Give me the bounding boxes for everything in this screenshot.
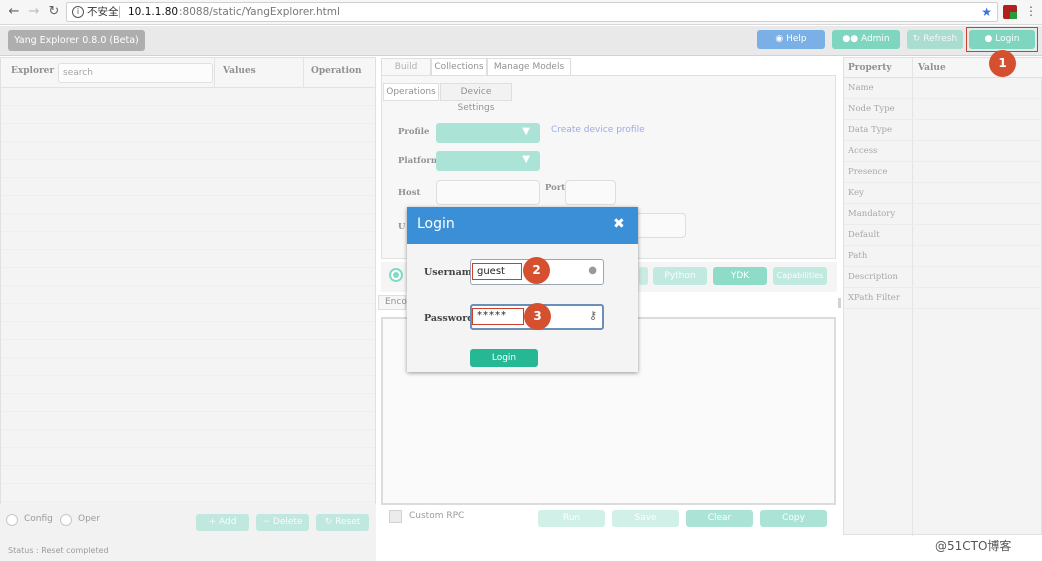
login-label: Login: [995, 34, 1020, 44]
forward-icon[interactable]: →: [26, 4, 42, 20]
app-title: Yang Explorer 0.8.0 (Beta): [8, 30, 145, 51]
login-dialog-header: Login ✖: [407, 207, 638, 244]
insecure-label: 不安全: [87, 6, 119, 18]
refresh-icon: ↻: [912, 34, 921, 44]
admin-label: Admin: [860, 34, 890, 44]
browser-toolbar: ← → ↻ i 不安全 10.1.1.80 :8088/static/YangE…: [0, 0, 1042, 25]
address-bar[interactable]: i 不安全 10.1.1.80 :8088/static/YangExplore…: [66, 2, 998, 22]
url-host: 10.1.1.80: [128, 6, 179, 18]
login-button[interactable]: ● Login: [969, 30, 1035, 49]
login-dialog-title: Login: [417, 216, 455, 232]
step-3-badge: 3: [524, 303, 551, 330]
watermark: @51CTO博客: [935, 539, 1012, 553]
refresh-button[interactable]: ↻ Refresh: [907, 30, 963, 49]
step-2-badge: 2: [523, 257, 550, 284]
back-icon[interactable]: ←: [6, 4, 22, 20]
admin-button[interactable]: ●● Admin: [832, 30, 900, 49]
password-highlight-box: [472, 308, 524, 325]
user-icon: ●: [984, 34, 993, 44]
help-label: Help: [786, 34, 807, 44]
info-icon[interactable]: i: [72, 6, 84, 18]
users-icon: ●●: [842, 34, 859, 44]
login-dialog: Login ✖ Username: guest ● Password: ****…: [407, 207, 638, 372]
more-menu-icon[interactable]: ⋮: [1025, 4, 1037, 18]
address-separator: [119, 6, 120, 18]
refresh-label: Refresh: [923, 34, 958, 44]
app-header: Yang Explorer 0.8.0 (Beta) ◉ Help ●● Adm…: [0, 26, 1042, 56]
extension-icon[interactable]: [1003, 5, 1017, 19]
close-icon[interactable]: ✖: [613, 216, 625, 232]
reload-icon[interactable]: ↻: [46, 4, 62, 20]
help-button[interactable]: ◉ Help: [757, 30, 825, 49]
step-1-badge: 1: [989, 50, 1016, 77]
key-icon: ⚷: [588, 309, 597, 322]
login-submit-button[interactable]: Login: [470, 349, 538, 367]
url-path: :8088/static/YangExplorer.html: [179, 6, 340, 18]
github-icon: ◉: [775, 34, 784, 44]
bookmark-star-icon[interactable]: ★: [981, 3, 992, 21]
user-icon: ●: [588, 265, 597, 276]
username-highlight-box: [472, 263, 522, 280]
